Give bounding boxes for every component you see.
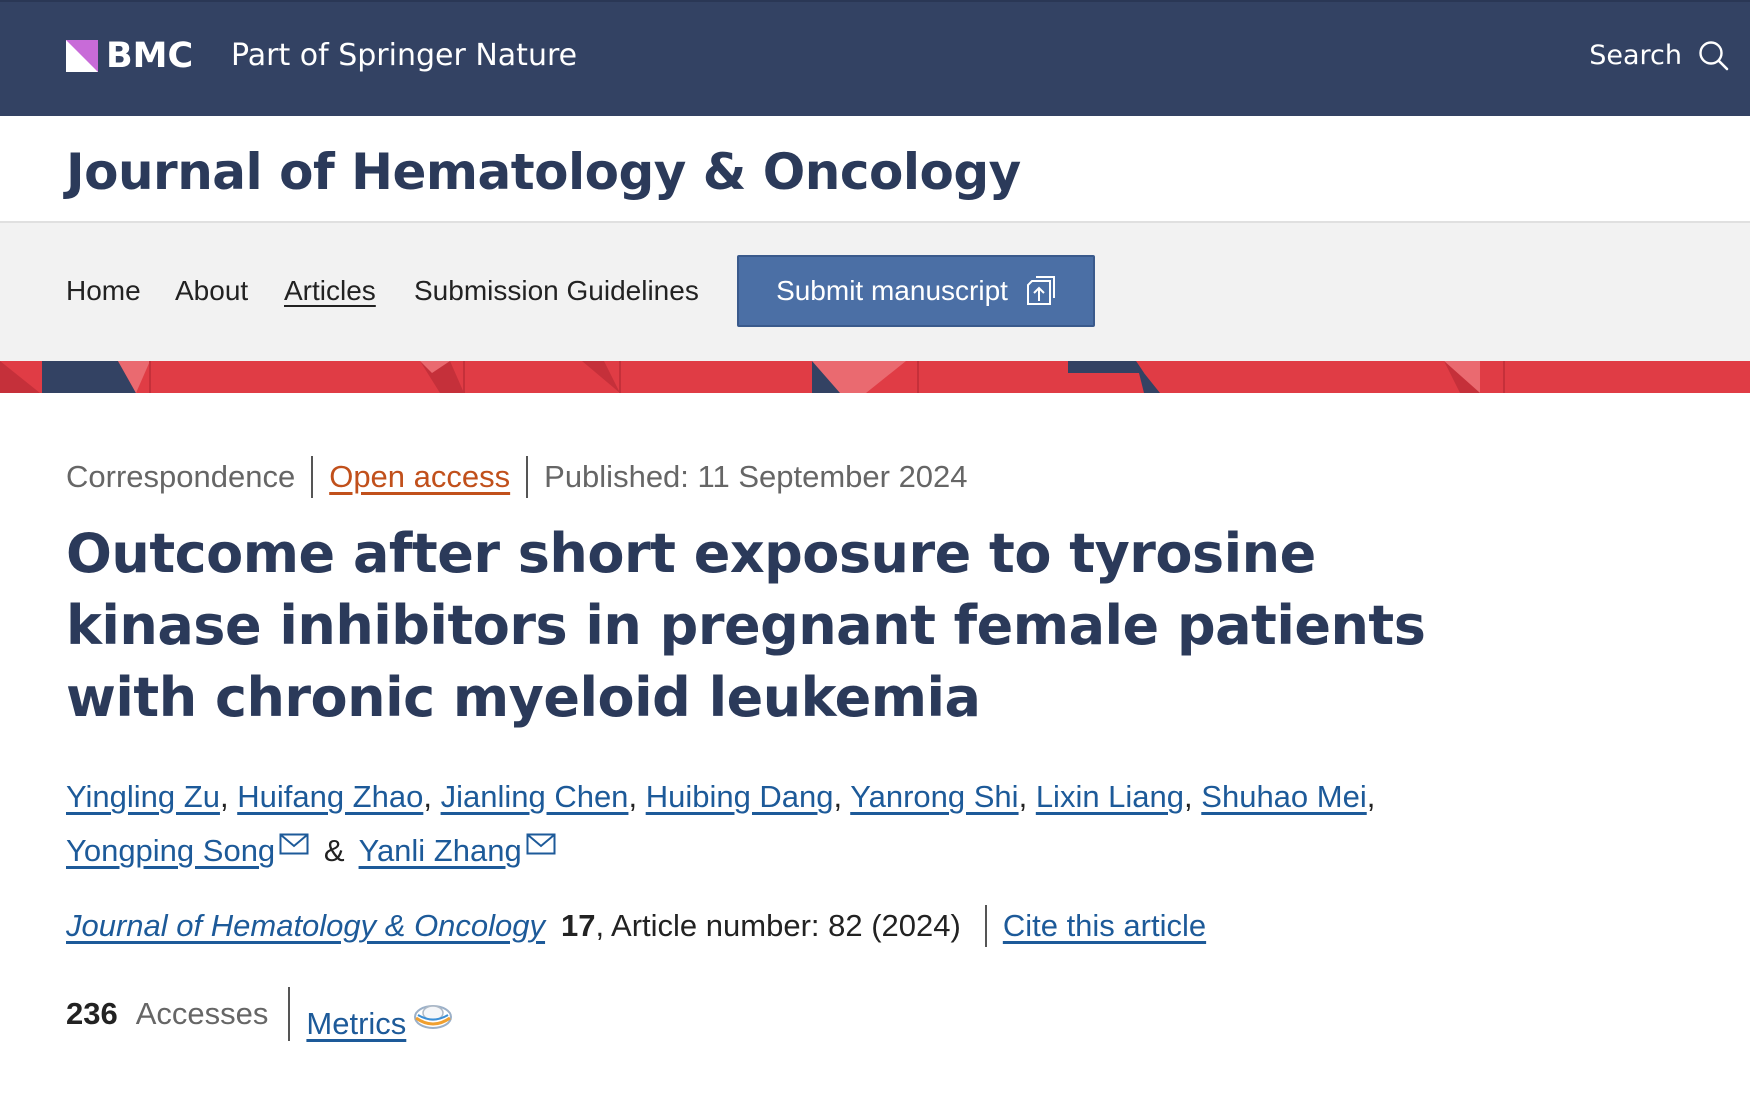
- metrics-row: 236 Accesses Metrics: [66, 982, 454, 1046]
- author-link[interactable]: Yongping Song: [66, 833, 275, 868]
- article-number: , Article number: 82 (2024): [595, 908, 961, 943]
- search-button[interactable]: Search: [1589, 38, 1730, 74]
- author-link[interactable]: Yingling Zu: [66, 779, 220, 814]
- journal-header: Journal of Hematology & Oncology: [0, 116, 1750, 223]
- springer-tagline[interactable]: Part of Springer Nature: [231, 36, 577, 76]
- altmetric-icon: [414, 1005, 453, 1029]
- accesses-label: Accesses: [135, 996, 269, 1031]
- author-list: Yingling Zu, Huifang Zhao, Jianling Chen…: [66, 779, 1376, 868]
- divider: [288, 987, 291, 1041]
- published-date: Published: 11 September 2024: [544, 459, 968, 494]
- author-link[interactable]: Jianling Chen: [441, 779, 629, 814]
- brand-name: BMC: [106, 36, 194, 76]
- bmc-logo[interactable]: BMC: [66, 36, 194, 76]
- divider: [311, 456, 314, 498]
- submit-manuscript-label: Submit manuscript: [776, 275, 1008, 306]
- bmc-logo-icon: [66, 40, 98, 72]
- metrics-label: Metrics: [306, 1006, 407, 1041]
- cite-this-article-link[interactable]: Cite this article: [1003, 904, 1206, 948]
- decorative-banner: [0, 361, 1750, 393]
- top-bar: BMC Part of Springer Nature Search: [0, 0, 1750, 116]
- accesses-count: 236: [66, 996, 118, 1031]
- mail-icon[interactable]: [279, 833, 309, 855]
- submit-manuscript-button[interactable]: Submit manuscript: [737, 255, 1095, 327]
- author-link[interactable]: Huibing Dang: [646, 779, 834, 814]
- journal-nav: Home About Articles Submission Guideline…: [0, 223, 1750, 361]
- submit-manuscript-icon: [1026, 276, 1055, 305]
- article-meta: Correspondence Open access Published: 11…: [66, 456, 968, 498]
- author-link[interactable]: Yanli Zhang: [359, 833, 522, 868]
- nav-submission-guidelines[interactable]: Submission Guidelines: [414, 273, 699, 309]
- metrics-link[interactable]: Metrics: [306, 1002, 454, 1046]
- journal-title[interactable]: Journal of Hematology & Oncology: [66, 142, 1021, 202]
- author-link[interactable]: Shuhao Mei: [1201, 779, 1366, 814]
- author-link[interactable]: Huifang Zhao: [237, 779, 423, 814]
- nav-home[interactable]: Home: [66, 273, 141, 309]
- mail-icon[interactable]: [526, 833, 556, 855]
- volume-number: 17: [561, 908, 596, 943]
- search-label: Search: [1589, 40, 1682, 71]
- article-title: Outcome after short exposure to tyrosine…: [66, 522, 1426, 729]
- author-link[interactable]: Lixin Liang: [1036, 779, 1184, 814]
- search-icon: [1699, 41, 1729, 71]
- journal-link[interactable]: Journal of Hematology & Oncology: [66, 904, 545, 948]
- open-access-link[interactable]: Open access: [329, 457, 510, 497]
- citation-row: Journal of Hematology & Oncology 17 , Ar…: [66, 904, 1206, 948]
- author-and: &: [323, 833, 345, 868]
- author-link[interactable]: Yanrong Shi: [850, 779, 1018, 814]
- nav-articles[interactable]: Articles: [284, 273, 376, 309]
- divider: [984, 905, 987, 947]
- nav-about[interactable]: About: [175, 273, 248, 309]
- divider: [526, 456, 529, 498]
- article-type: Correspondence: [66, 459, 296, 494]
